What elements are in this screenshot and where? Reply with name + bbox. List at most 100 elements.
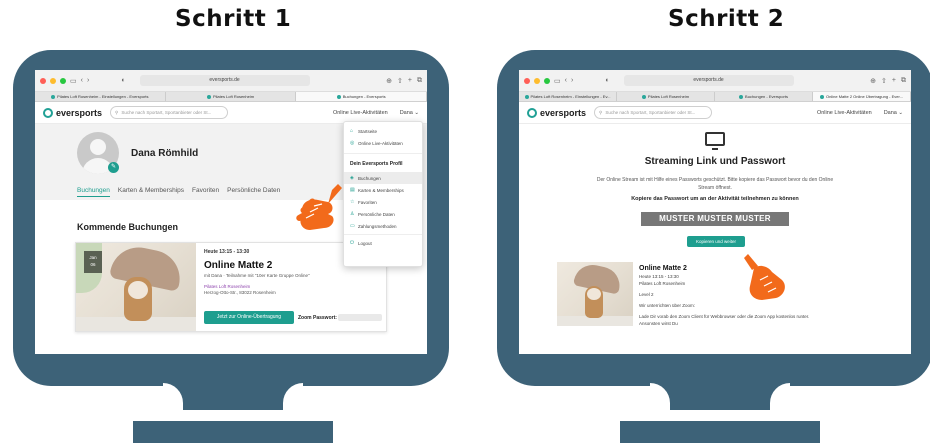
browser-tab-active[interactable]: Online Matte 2 Online Übertragung - Ever… [813,92,911,101]
favicon-icon [739,94,744,99]
tab-karten-memberships[interactable]: Karten & Memberships [118,187,184,197]
menu-label: Logout [358,240,372,246]
stream-description: Der Online Stream ist mit Hilfe eines Pa… [596,177,834,191]
chevron-down-icon: ⌄ [414,109,419,116]
eversports-logo[interactable]: eversports [527,107,587,118]
class-studio: Pilates Loft Rosenheim [639,281,686,286]
sidebar-icon[interactable]: ▭ [70,77,77,85]
back-icon[interactable]: ‹ [565,77,567,84]
close-window-icon[interactable] [40,77,46,84]
wallet-icon: ▭ [350,223,355,229]
user-name: Dana [399,109,413,116]
forward-icon[interactable]: › [571,77,573,84]
password-display[interactable]: MUSTER MUSTER MUSTER [641,212,789,226]
class-level: Level 2 [639,292,654,297]
class-time: Heute 13:15 - 13:30 [639,274,679,279]
back-icon[interactable]: ‹ [81,77,83,84]
minimize-window-icon[interactable] [534,77,540,84]
download-icon[interactable]: ⊕ [386,77,392,85]
maximize-window-icon[interactable] [60,77,66,84]
live-activities-link[interactable]: Online Live-Aktivitäten [817,110,872,116]
broadcast-icon: ◎ [350,140,355,146]
copy-and-continue-button[interactable]: Kopieren und weiter [687,236,745,247]
user-dropdown-menu: ⌂ Startseite ◎ Online Live-Aktivitäten Dei… [343,121,423,267]
search-input[interactable]: ⚲ Suche nach Sportart, Sportanbieter oder… [110,106,229,119]
sidebar-icon[interactable]: ▭ [554,77,561,85]
favicon-icon [206,94,211,99]
download-icon[interactable]: ⊕ [870,77,876,85]
logo-text: eversports [540,107,587,118]
home-icon: ⌂ [350,128,354,134]
shield-icon[interactable]: ◐ [605,77,609,84]
tab-label: Buchungen - Eversports [745,94,788,99]
tab-favoriten[interactable]: Favoriten [192,187,219,197]
monitor-stand-1 [133,421,333,443]
forward-icon[interactable]: › [87,77,89,84]
address-bar[interactable]: eversports.de [623,75,794,86]
new-tab-icon[interactable]: + [408,77,412,85]
user-menu-button[interactable]: Dana ⌄ [400,110,419,116]
browser-tab-active[interactable]: Buchungen - Eversports [296,92,427,101]
profile-tabs: Buchungen Karten & Memberships Favoriten… [77,187,280,197]
browser-tabs: Pilates Loft Rosenheim - Einstellungen -… [519,92,911,102]
eversports-logo-icon [527,107,537,118]
tab-label: Buchungen - Eversports [342,94,386,99]
favicon-icon [820,94,825,99]
browser-toolbar: ▭ ‹ › ◐ eversports.de ⊕ ⇧ + ⧉ [35,70,427,92]
browser-tab[interactable]: Pilates Loft Rosenheim [166,92,297,101]
browser-tab[interactable]: Pilates Loft Rosenheim - Einstellungen -… [519,92,617,101]
profile-name: Dana Römhild [131,148,199,159]
menu-item-persoenliche-daten[interactable]: ♙ Persönliche Daten [344,208,422,220]
menu-item-startseite[interactable]: ⌂ Startseite [344,125,422,137]
live-activities-link[interactable]: Online Live-Aktivitäten [333,110,388,116]
menu-label: Startseite [358,128,378,134]
menu-label: Persönliche Daten [358,211,395,217]
shield-icon[interactable]: ◐ [121,77,125,84]
logout-icon: ⏻ [350,240,354,246]
class-photo: Jan 06 [76,243,196,331]
maximize-window-icon[interactable] [544,77,550,84]
studio-link[interactable]: Pilates Loft Rosenheim [204,284,384,289]
tab-label: Pilates Loft Rosenheim - Einstellungen -… [530,94,611,99]
menu-item-karten[interactable]: ▤ Karten & Memberships [344,184,422,196]
step-1-title: Schritt 1 [175,6,292,32]
join-online-button[interactable]: Jetzt zur Online-Übertragung [204,311,294,324]
browser-tab[interactable]: Buchungen - Eversports [715,92,813,101]
edit-avatar-icon[interactable]: ✎ [108,162,119,173]
browser-tab[interactable]: Pilates Loft Rosenheim - Einstellungen -… [35,92,166,101]
share-icon[interactable]: ⇧ [397,77,403,85]
browser-tab[interactable]: Pilates Loft Rosenheim [617,92,715,101]
monitor-neck-1 [163,383,303,411]
tab-label: Pilates Loft Rosenheim [212,94,255,99]
user-menu-button[interactable]: Dana ⌄ [884,110,903,116]
menu-item-buchungen[interactable]: ◈ Buchungen [344,172,422,184]
new-tab-icon[interactable]: + [892,77,896,85]
tv-icon [705,132,725,150]
menu-item-favoriten[interactable]: ☆ Favoriten [344,196,422,208]
site-header: eversports ⚲ Suche nach Sportart, Sportan… [519,102,911,124]
menu-heading: Dein Eversports Profil [344,153,422,172]
menu-item-zahlungsmethoden[interactable]: ▭ Zahlungsmethoden [344,220,422,232]
minimize-window-icon[interactable] [50,77,56,84]
tabs-overview-icon[interactable]: ⧉ [901,77,906,85]
share-icon[interactable]: ⇧ [881,77,887,85]
search-icon: ⚲ [599,109,603,115]
browser-tabs: Pilates Loft Rosenheim - Einstellungen -… [35,92,427,102]
tabs-overview-icon[interactable]: ⧉ [417,77,422,85]
eversports-logo[interactable]: eversports [43,107,102,118]
tab-label: Pilates Loft Rosenheim - Einstellungen -… [57,94,149,99]
user-name: Dana [883,109,897,116]
profile-page: ✎ Dana Römhild Buchungen Karten & Member… [35,121,427,354]
menu-item-online-live[interactable]: ◎ Online Live-Aktivitäten [344,137,422,149]
menu-label: Online Live-Aktivitäten [358,140,403,146]
menu-item-logout[interactable]: ⏻ Logout [344,237,422,249]
step-2-title: Schritt 2 [668,6,785,32]
tab-persoenliche-daten[interactable]: Persönliche Daten [227,187,280,197]
search-input[interactable]: ⚲ Suche nach Sportart, Sportanbieter oder… [594,106,713,119]
tab-buchungen[interactable]: Buchungen [77,187,110,197]
close-window-icon[interactable] [524,77,530,84]
stream-title: Streaming Link und Passwort [644,156,786,167]
pointing-hand-icon [296,184,342,230]
chevron-down-icon: ⌄ [898,109,903,116]
address-bar[interactable]: eversports.de [139,75,310,86]
